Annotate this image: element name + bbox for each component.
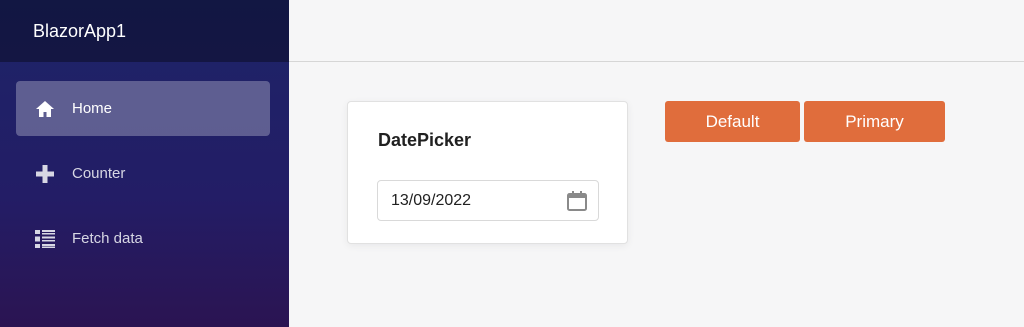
sidebar-item-label: Counter [72,165,126,182]
nav-menu: Home Counter Fetch data [0,62,289,266]
date-input[interactable] [391,191,551,210]
main-content: DatePicker Default Primary [289,0,1024,327]
brand-bar: BlazorApp1 [0,0,289,62]
sidebar-item-counter[interactable]: Counter [16,146,270,201]
calendar-icon[interactable] [566,190,588,212]
primary-button[interactable]: Primary [804,101,945,142]
datepicker-card: DatePicker [347,101,628,244]
datepicker[interactable] [377,180,599,221]
brand-title[interactable]: BlazorApp1 [33,21,126,42]
sidebar-item-label: Fetch data [72,230,143,247]
top-bar [289,0,1024,62]
plus-icon [34,163,56,185]
sidebar-item-label: Home [72,100,113,117]
default-button[interactable]: Default [665,101,800,142]
card-title: DatePicker [378,130,472,150]
sidebar-item-home[interactable]: Home [16,81,270,136]
sidebar: BlazorApp1 Home Counter Fetch data [0,0,289,327]
sidebar-item-fetch-data[interactable]: Fetch data [16,211,270,266]
home-icon [34,98,56,120]
list-icon [34,228,56,250]
